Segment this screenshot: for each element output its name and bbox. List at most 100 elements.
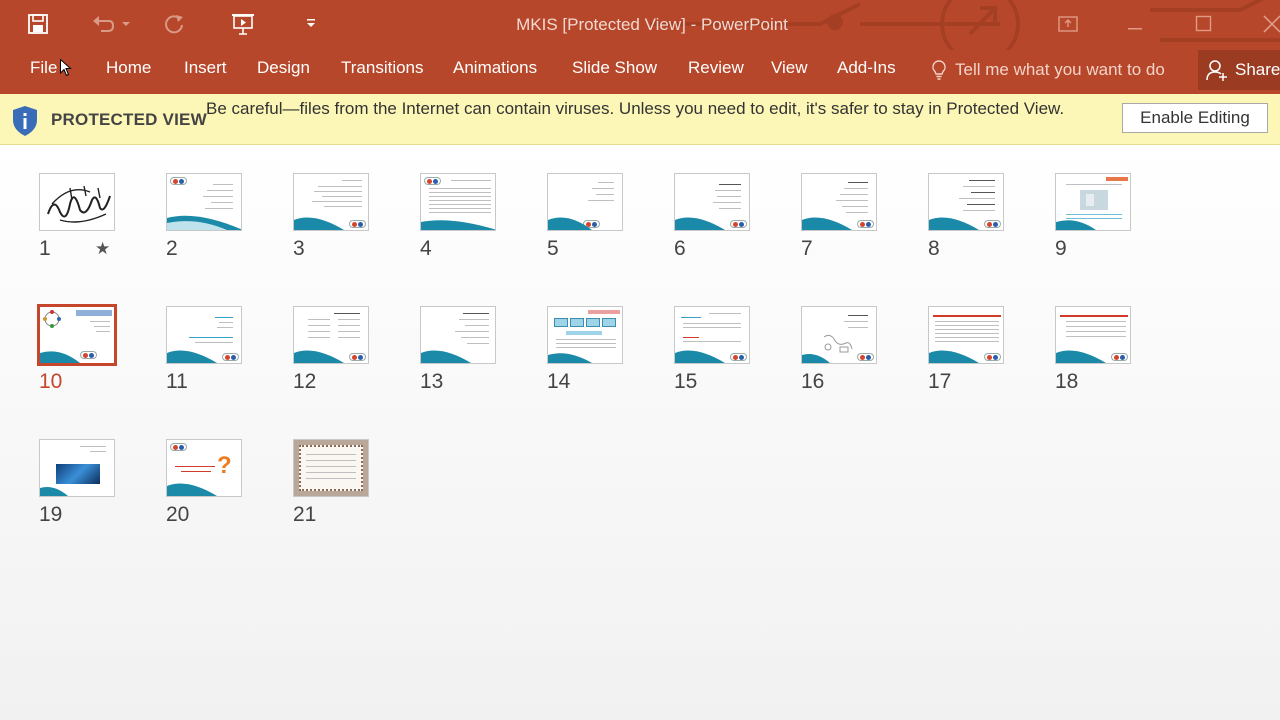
wave-icon [167,215,241,230]
slide-thumbnail-9[interactable]: 9 [1054,173,1144,273]
slide-number: 20 [166,503,190,526]
protected-view-title: PROTECTED VIEW [51,110,207,129]
slide-thumbnail-18[interactable]: 18 [1054,306,1144,406]
slide-number: 10 [39,370,63,393]
wave-icon [1056,350,1106,363]
slide-preview [674,173,750,231]
slide-preview [39,439,115,497]
slide-thumbnail-13[interactable]: 13 [419,306,509,406]
tab-view[interactable]: View [769,58,810,78]
wave-icon [802,217,852,230]
diagram-icon [43,310,61,328]
slide-preview [547,306,623,364]
slide-number: 19 [39,503,63,526]
wave-icon [802,354,830,363]
tab-home[interactable]: Home [104,58,153,78]
slide-preview [37,304,117,366]
slide-preview [166,173,242,231]
tab-file[interactable]: File [28,58,59,78]
slide-thumbnail-12[interactable]: 12 [292,306,382,406]
enable-editing-button[interactable]: Enable Editing [1122,103,1268,133]
slide-preview [293,439,369,497]
slide-number: 4 [420,237,432,260]
minimize-button[interactable] [1120,10,1150,38]
share-button[interactable]: Share [1198,50,1280,90]
slide-thumbnail-21[interactable]: 21 [292,439,382,539]
wave-icon [40,487,68,496]
slide-thumbnail-7[interactable]: 7 [800,173,890,273]
slide-thumbnail-17[interactable]: 17 [927,306,1017,406]
slide-number: 13 [420,370,444,393]
wave-icon [929,350,979,363]
slide-thumbnail-19[interactable]: 19 [38,439,128,539]
ribbon-display-icon [1058,16,1078,32]
wave-icon [40,351,80,363]
wave-icon [675,217,725,230]
slide-preview [293,173,369,231]
wave-icon [421,220,495,230]
slide-number: 15 [674,370,698,393]
tab-animations[interactable]: Animations [451,58,539,78]
slide-preview [39,173,115,231]
slide-preview [547,173,623,231]
slide-preview: ? [166,439,242,497]
shield-icon [13,106,37,136]
slide-thumbnail-5[interactable]: 5 [546,173,636,273]
slide-number: 9 [1055,237,1067,260]
protected-view-bar: PROTECTED VIEW Be careful—files from the… [0,94,1280,145]
slide-preview [420,306,496,364]
slide-preview [928,306,1004,364]
slide-number: 5 [547,237,559,260]
slide-number: 6 [674,237,686,260]
logo-icon [170,177,187,185]
title-bar: MKIS [Protected View] - PowerPoint [0,0,1280,50]
slide-preview [674,306,750,364]
slide-thumbnail-10[interactable]: 10 [37,304,128,406]
tab-add-ins[interactable]: Add-Ins [835,58,898,78]
tab-transitions[interactable]: Transitions [339,58,426,78]
tell-me-search[interactable]: Tell me what you want to do [929,58,1181,82]
close-button[interactable] [1258,10,1280,38]
slide-thumbnail-11[interactable]: 11 [165,306,255,406]
slide-sorter: 1 ★ 2 3 4 5 6 7 8 9 10 11 12 13 14 15 16… [0,145,1280,720]
slide-preview [928,173,1004,231]
slide-preview [801,306,877,364]
window-title: MKIS [Protected View] - PowerPoint [516,15,788,34]
wave-icon [167,350,217,363]
animation-star-icon: ★ [95,239,111,258]
add-person-icon [1206,60,1227,81]
logo-icon [170,443,187,451]
slide-thumbnail-20[interactable]: ? 20 [165,439,255,539]
slide-preview [1055,306,1131,364]
slide-number: 16 [801,370,825,393]
lightbulb-icon [932,60,946,80]
maximize-icon [1195,15,1212,32]
slide-thumbnail-14[interactable]: 14 [546,306,636,406]
slide-thumbnail-15[interactable]: 15 [673,306,763,406]
tab-review[interactable]: Review [686,58,746,78]
slide-thumbnail-1[interactable]: 1 ★ [38,173,128,273]
tab-insert[interactable]: Insert [182,58,229,78]
slide-preview [166,306,242,364]
wave-icon [548,353,592,363]
wave-icon [1056,220,1096,230]
slide-thumbnail-8[interactable]: 8 [927,173,1017,273]
slide-number: 2 [166,237,178,260]
wave-icon [675,350,725,363]
ribbon-display-options-button[interactable] [1053,10,1083,38]
slide-thumbnail-4[interactable]: 4 [419,173,509,273]
slide-preview [420,173,496,231]
slide-number: 12 [293,370,317,393]
wave-icon [167,483,217,496]
slide-number: 17 [928,370,952,393]
tab-slide-show[interactable]: Slide Show [570,58,659,78]
slide-number: 18 [1055,370,1079,393]
slide-thumbnail-3[interactable]: 3 [292,173,382,273]
slide-thumbnail-16[interactable]: 16 [800,306,890,406]
slide-thumbnail-2[interactable]: 2 [165,173,255,273]
slide-thumbnail-6[interactable]: 6 [673,173,763,273]
slide-number: 11 [166,370,188,393]
slide-number: 21 [293,503,317,526]
maximize-button[interactable] [1189,10,1219,38]
tab-design[interactable]: Design [255,58,312,78]
